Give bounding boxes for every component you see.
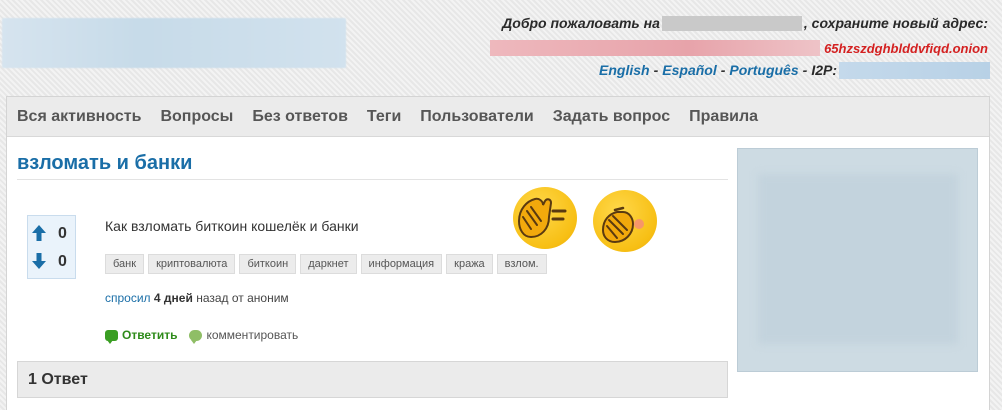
separator: - (720, 62, 726, 78)
nav-rules[interactable]: Правила (689, 108, 758, 126)
comment-label: комментировать (206, 328, 299, 342)
vote-down-count: 0 (58, 253, 67, 270)
redacted-old-address (490, 40, 821, 56)
nav-questions[interactable]: Вопросы (160, 108, 233, 126)
onion-address-row: 65hzszdghblddvfiqd.onion (490, 39, 988, 57)
tag[interactable]: биткоин (239, 254, 297, 274)
vote-box: 0 0 (27, 215, 76, 279)
nav-all-activity[interactable]: Вся активность (17, 108, 141, 126)
nav-ask-question[interactable]: Задать вопрос (553, 108, 670, 126)
answer-button[interactable]: Ответить (105, 328, 178, 344)
separator: - (802, 62, 808, 78)
separator: - (653, 62, 659, 78)
asked-link[interactable]: спросил (105, 291, 151, 305)
language-switcher: English - Español - Português - I2P: (599, 61, 990, 79)
tag-list: банк криптовалюта биткоин даркнет информ… (105, 254, 551, 274)
nav-unanswered[interactable]: Без ответов (252, 108, 348, 126)
redacted-site-name (661, 15, 802, 31)
sidebar-content-blurred (758, 174, 958, 344)
sidebar-redacted (737, 148, 978, 372)
asked-when: 4 дней (153, 291, 193, 305)
tag[interactable]: криптовалюта (148, 254, 236, 274)
welcome-message: Добро пожаловать на , сохраните новый ад… (502, 15, 988, 31)
question-meta: спросил 4 дней назад от аноним (105, 291, 289, 305)
title-divider (17, 179, 728, 180)
tag[interactable]: даркнет (300, 254, 357, 274)
answers-count-header: 1 Ответ (17, 361, 728, 398)
redacted-i2p-address[interactable] (839, 61, 990, 79)
nav-tags[interactable]: Теги (367, 108, 401, 126)
face-with-hand-emoji (513, 187, 577, 249)
vote-down-icon[interactable] (31, 252, 47, 270)
welcome-suffix: , сохраните новый адрес: (803, 15, 988, 31)
lang-spanish[interactable]: Español (662, 62, 716, 78)
speech-bubble-icon (105, 329, 118, 344)
nav-users[interactable]: Пользователи (420, 108, 533, 126)
question-actions: Ответить комментировать (105, 328, 310, 344)
question-body: Как взломать биткоин кошелёк и банки (105, 218, 359, 234)
lang-portuguese[interactable]: Português (729, 62, 798, 78)
tag[interactable]: банк (105, 254, 145, 274)
asked-by: назад от аноним (196, 291, 289, 305)
i2p-label: I2P: (811, 62, 837, 78)
tag[interactable]: взлом. (496, 254, 547, 274)
question-title[interactable]: взломать и банки (17, 152, 192, 175)
vote-up-icon[interactable] (31, 224, 47, 242)
main-panel: Вся активность Вопросы Без ответов Теги … (6, 96, 990, 410)
face-palm-emoji (593, 190, 657, 252)
welcome-prefix: Добро пожаловать на (502, 15, 660, 31)
comment-button[interactable]: комментировать (189, 328, 299, 344)
site-logo-redacted[interactable] (2, 18, 346, 68)
vote-up-count: 0 (58, 225, 67, 242)
onion-address-link[interactable]: 65hzszdghblddvfiqd.onion (824, 41, 988, 56)
main-nav: Вся активность Вопросы Без ответов Теги … (7, 97, 989, 137)
tag[interactable]: информация (360, 254, 443, 274)
comment-bubble-icon (189, 329, 203, 344)
tag[interactable]: кража (446, 254, 493, 274)
lang-english[interactable]: English (599, 62, 650, 78)
answer-label: Ответить (122, 328, 178, 342)
